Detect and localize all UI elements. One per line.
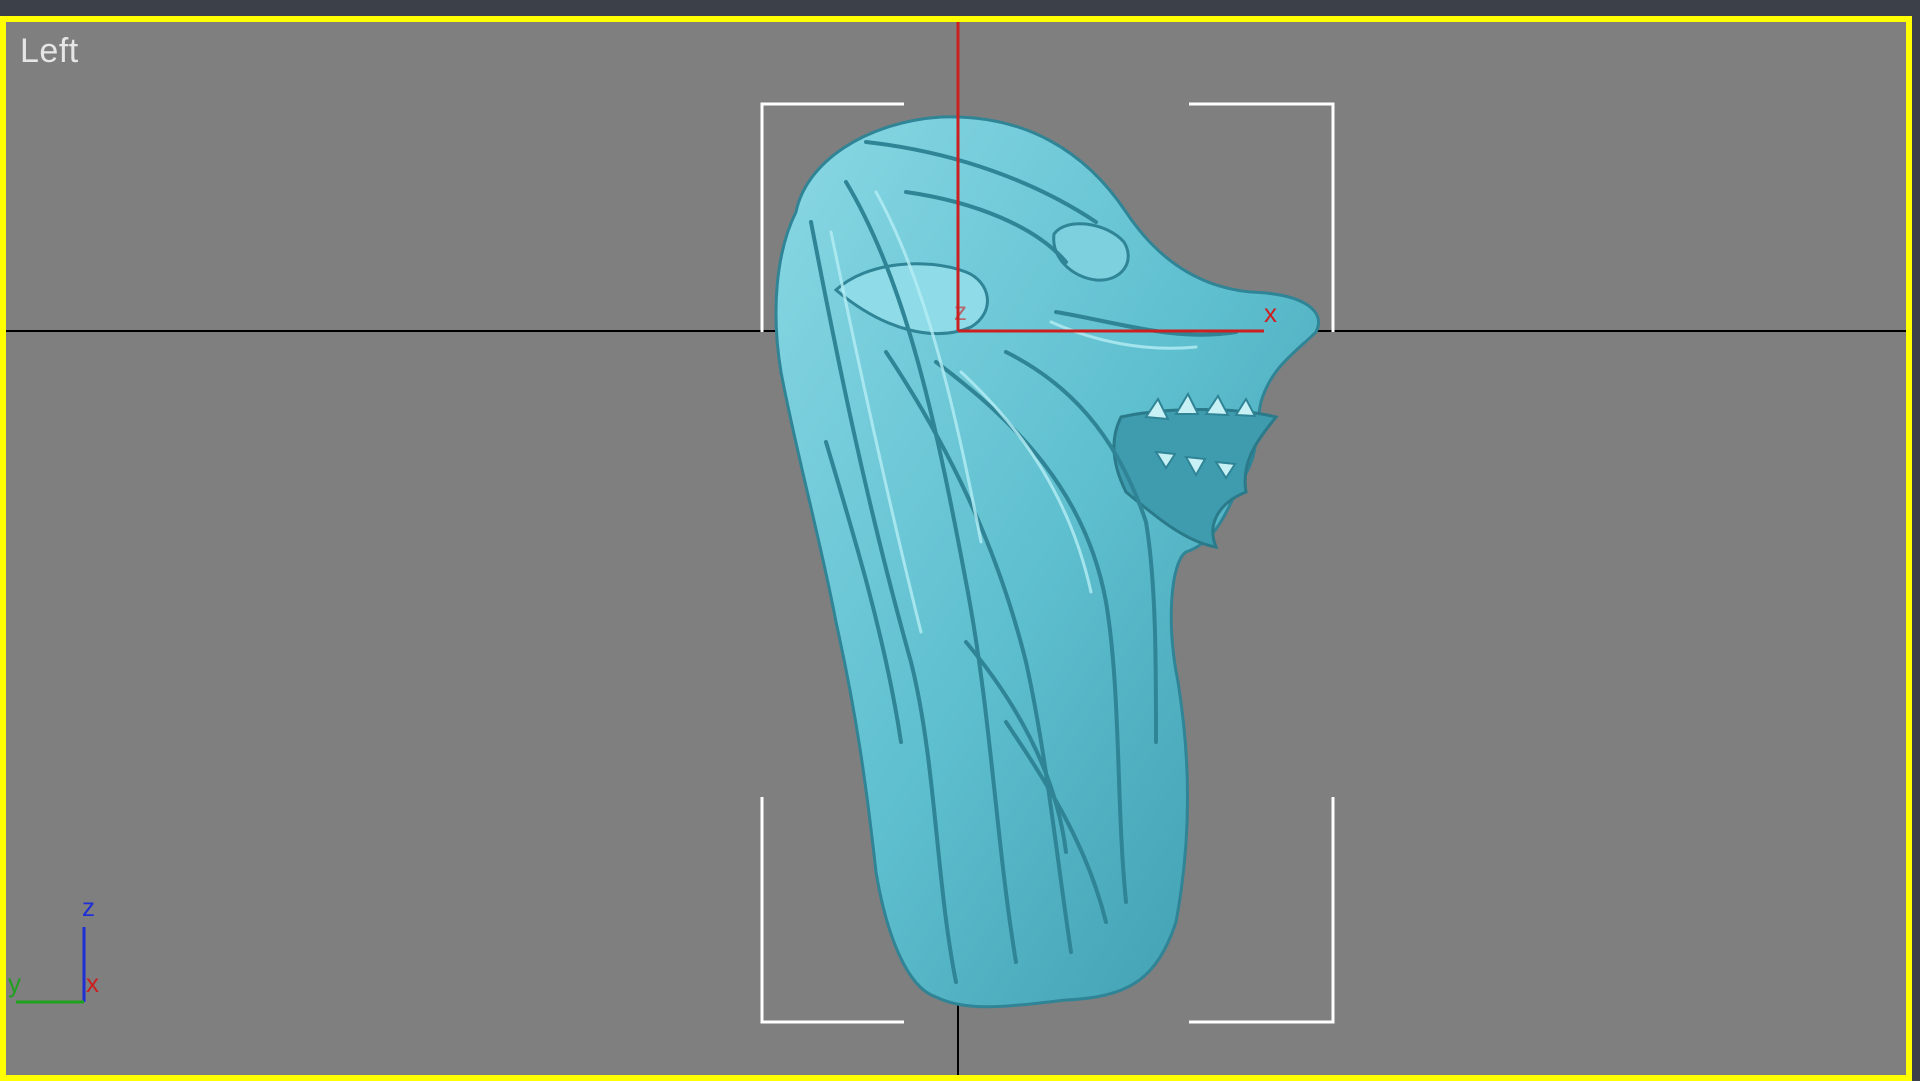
viewport-top-bar [0,0,1920,14]
axis-triad: z y x [8,892,99,1004]
left-viewport[interactable]: Left z x z y x [0,16,1912,1081]
wolf-head-model[interactable] [774,115,1320,1009]
triad-y-label: y [8,968,21,998]
gizmo-x-label: x [1264,298,1277,328]
gizmo-z-label: z [954,296,967,326]
triad-z-label: z [82,892,95,922]
triad-x-label: x [86,968,99,998]
viewport-scene: z x z y x [6,22,1906,1075]
